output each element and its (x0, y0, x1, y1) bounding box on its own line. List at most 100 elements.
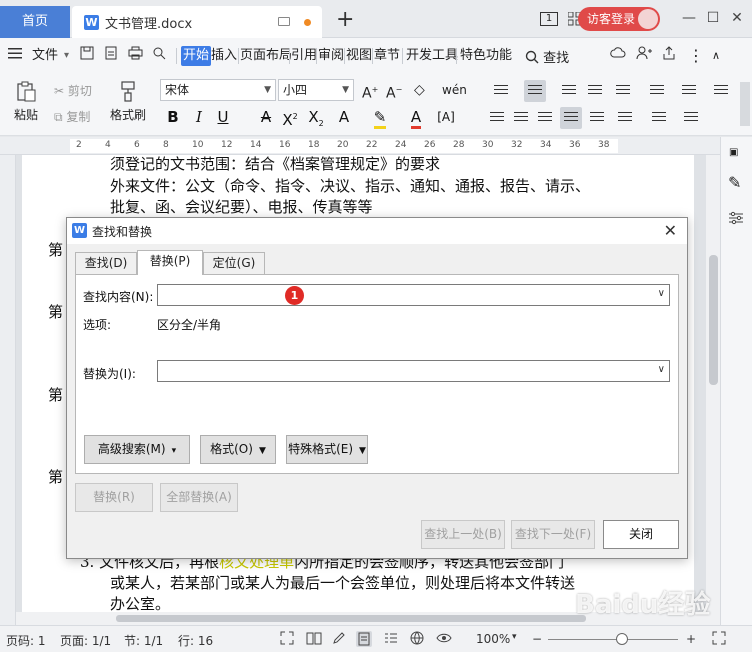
vertical-scrollbar[interactable] (706, 155, 720, 625)
web-view-icon[interactable] (410, 631, 426, 647)
shading-icon[interactable] (648, 107, 670, 129)
share-icon[interactable] (662, 46, 676, 66)
sort-icon[interactable] (646, 80, 668, 102)
grow-font-icon[interactable]: A+ (362, 80, 378, 102)
adjust-icon[interactable] (727, 209, 745, 230)
page-view-icon[interactable] (356, 631, 372, 647)
print-icon[interactable] (128, 46, 143, 66)
clear-format-icon[interactable]: ◇ (414, 80, 425, 100)
eye-protection-icon[interactable] (436, 631, 452, 647)
menu-file[interactable]: 文件 (32, 46, 58, 66)
collapse-ribbon-icon[interactable]: ∧ (712, 46, 720, 66)
subscript-icon[interactable]: X2 (306, 106, 326, 128)
close-window-button[interactable]: ✕ (728, 9, 746, 27)
document-tab[interactable]: W 文书管理.docx (72, 6, 322, 38)
guest-login-button[interactable]: 访客登录 (578, 7, 660, 31)
zoom-level[interactable]: 100% (476, 632, 510, 646)
print-preview-icon[interactable] (152, 46, 166, 66)
outline-view-icon[interactable] (384, 631, 400, 647)
format-painter-button[interactable]: 格式刷 (106, 78, 150, 132)
italic-icon[interactable]: I (189, 106, 209, 128)
find-next-button[interactable]: 查找下一处(F) (511, 520, 595, 549)
tab-find[interactable]: 查找(D) (75, 252, 137, 274)
text-effect-icon[interactable]: A (334, 106, 354, 128)
align-right-icon[interactable] (534, 107, 556, 129)
maximize-button[interactable]: ☐ (704, 9, 722, 27)
distribute-icon[interactable] (586, 107, 608, 129)
tab-replace[interactable]: 替换(P) (137, 250, 203, 275)
hamburger-icon[interactable] (8, 46, 22, 66)
align-left-icon[interactable] (486, 107, 508, 129)
tab-goto[interactable]: 定位(G) (203, 252, 265, 274)
chevron-down-icon[interactable]: ∨ (658, 288, 665, 299)
decrease-indent-icon[interactable] (558, 80, 580, 102)
replace-all-button[interactable]: 全部替换(A) (160, 483, 238, 512)
more-icon[interactable]: ⋮ (688, 46, 704, 66)
find-input[interactable]: 1 ∨ (157, 284, 670, 306)
chinese-layout-icon[interactable] (612, 80, 634, 102)
page-status[interactable]: 页面: 1/1 (60, 632, 111, 649)
fullscreen-icon[interactable] (280, 631, 296, 647)
justify-icon[interactable] (560, 107, 582, 129)
chevron-down-icon[interactable]: ▾ (64, 46, 69, 66)
scroll-thumb[interactable] (116, 615, 586, 622)
font-color-icon[interactable]: A (406, 106, 426, 129)
increase-indent-icon[interactable] (584, 80, 606, 102)
underline-icon[interactable]: U (213, 106, 233, 128)
close-icon[interactable]: ✕ (664, 221, 677, 240)
cut-button[interactable]: ✂ 剪切 (54, 82, 92, 100)
menu-review[interactable]: 审阅 (318, 46, 344, 66)
numbering-icon[interactable] (524, 80, 546, 102)
font-size-select[interactable]: 小四 ▼ (278, 79, 354, 101)
zoom-slider-handle[interactable] (616, 633, 628, 645)
menu-insert[interactable]: 插入 (211, 46, 237, 66)
special-format-button[interactable]: 特殊格式(E) ▼ (286, 435, 368, 464)
char-border-icon[interactable]: [A] (436, 106, 456, 128)
align-center-icon[interactable] (510, 107, 532, 129)
replace-input[interactable]: ∨ (157, 360, 670, 382)
minimize-button[interactable]: — (680, 9, 698, 27)
zoom-slider[interactable] (548, 639, 678, 640)
fit-window-icon[interactable] (712, 631, 728, 647)
pen-icon[interactable]: ✎ (728, 173, 741, 192)
horizontal-ruler[interactable]: 2 4 6 8 10 12 14 16 18 20 22 24 26 28 30 32 34 36 38 (0, 137, 720, 155)
scroll-thumb[interactable] (709, 255, 718, 385)
highlight-icon[interactable]: ✎ (370, 106, 390, 129)
home-tab[interactable]: 首页 (0, 6, 70, 38)
menu-view[interactable]: 视图 (346, 46, 372, 66)
replace-button[interactable]: 替换(R) (75, 483, 153, 512)
borders-icon[interactable] (680, 107, 702, 129)
bold-icon[interactable]: B (163, 106, 183, 128)
strikethrough-icon[interactable]: A (256, 106, 276, 128)
close-dialog-button[interactable]: 关闭 (603, 520, 679, 549)
superscript-icon[interactable]: X2 (280, 106, 300, 129)
shrink-font-icon[interactable]: A− (386, 80, 402, 102)
show-marks-icon[interactable] (678, 80, 700, 102)
save-icon[interactable] (80, 46, 94, 66)
new-tab-button[interactable]: + (336, 8, 354, 32)
font-name-select[interactable]: 宋体 ▼ (160, 79, 276, 101)
section-status[interactable]: 节: 1/1 (124, 632, 163, 649)
phonetic-guide-icon[interactable]: wén (442, 80, 467, 100)
zoom-in-icon[interactable]: + (686, 632, 696, 646)
export-pdf-icon[interactable] (104, 46, 118, 66)
advanced-search-button[interactable]: 高级搜索(M) ▾ (84, 435, 190, 464)
write-mode-icon[interactable] (332, 631, 348, 647)
collaborate-icon[interactable] (636, 46, 652, 66)
collapse-panel-icon[interactable]: ▣ (729, 147, 738, 158)
bullets-icon[interactable] (490, 80, 512, 102)
format-button[interactable]: 格式(O) ▼ (200, 435, 276, 464)
ribbon-scroll[interactable] (740, 82, 750, 126)
chevron-down-icon[interactable]: ▾ (512, 632, 517, 642)
copy-button[interactable]: ⧉ 复制 (54, 108, 90, 126)
menu-references[interactable]: 引用 (291, 46, 317, 66)
page-code-status[interactable]: 页码: 1 (6, 632, 46, 649)
read-mode-icon[interactable] (306, 631, 322, 647)
zoom-out-icon[interactable]: − (532, 632, 542, 646)
vertical-ruler[interactable] (0, 155, 16, 625)
menu-developer-tools[interactable]: 开发工具 (406, 46, 458, 66)
row-status[interactable]: 行: 16 (178, 632, 213, 649)
search-command[interactable]: 查找 (525, 47, 569, 66)
menu-page-layout[interactable]: 页面布局 (240, 46, 292, 66)
find-previous-button[interactable]: 查找上一处(B) (421, 520, 505, 549)
